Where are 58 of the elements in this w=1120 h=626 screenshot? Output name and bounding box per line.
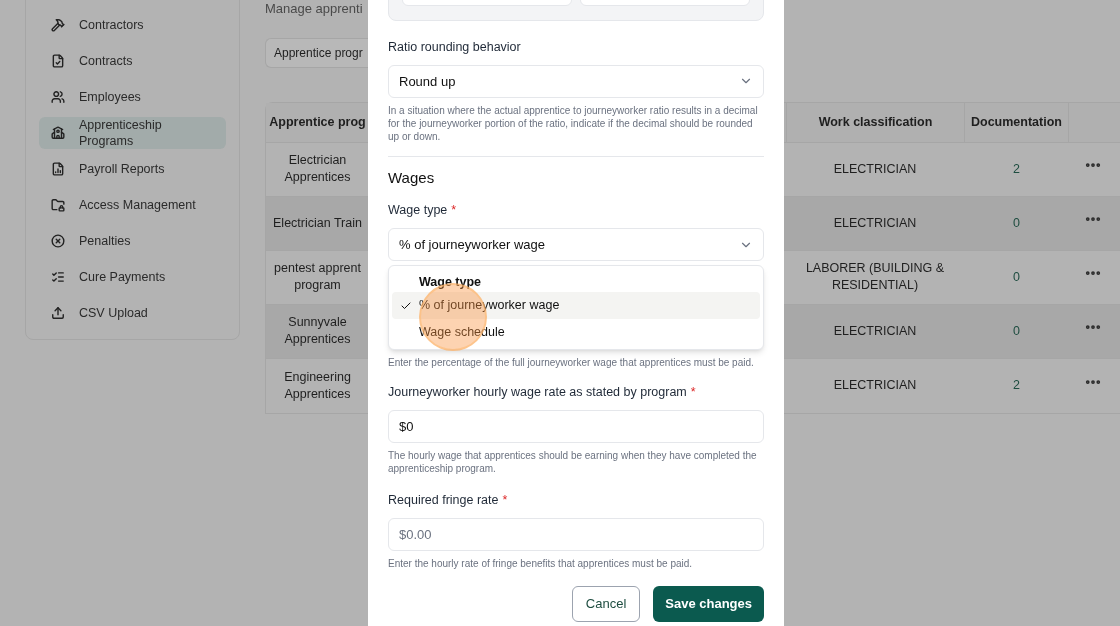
sidebar-item[interactable]: CSV Upload [39,297,226,329]
sidebar-item[interactable]: Contracts [39,45,226,77]
required-mark: * [451,202,457,220]
table-cell-text: ELECTRICIAN [832,322,918,340]
hammer-icon [51,18,65,32]
field-label: Ratio rounding behavior [388,39,521,56]
table-cell-text: pentest apprent program [273,260,362,294]
menu-title: Wage type [418,273,483,291]
upload-icon [51,306,65,320]
sidebar-item[interactable]: Penalties [39,225,226,257]
required-mark: * [690,384,696,401]
table-cell-text: Sunnyvale Apprentices [283,314,352,348]
sidebar-item[interactable]: Cure Payments [39,261,226,293]
column-header: Documentation [964,102,1069,142]
document-check-icon [51,54,65,68]
wage-type-select[interactable]: % of journeyworker wage [388,228,764,261]
help-text: Enter the percentage of the full journeyworker wage that apprentices must be paid. [388,356,755,369]
folder-lock-icon [51,198,65,212]
table-cell-text: Electrician Apprentices [283,152,352,186]
input-field[interactable]: $0.00 [388,517,764,551]
field-label: Wage type [388,202,448,220]
required-mark: * [502,491,508,509]
sidebar-item[interactable]: Contractors [39,9,226,41]
rounding-select[interactable]: Round up [388,64,764,98]
page-subtitle: Manage apprenti [265,0,364,18]
sidebar-item[interactable]: Access Management [39,189,226,221]
section-title: Wages [388,167,436,188]
table-cell-text: Engineering Apprentices [283,368,352,403]
sidebar-item[interactable]: Payroll Reports [39,153,226,185]
help-text: Enter the hourly rate of fringe benefits that apprentices must be paid. [388,556,694,570]
circle-x-icon [51,234,65,248]
table-cell-text: 0 [1012,322,1021,340]
table-cell-text: 2 [1012,377,1021,394]
building-icon [51,126,65,140]
document-chart-icon [51,162,65,176]
sidebar-item[interactable]: Employees [39,81,226,113]
help-text: In a situation where the actual apprentice to journeyworker ratio results in a decimal for the journeyworker portion of the ratio, indicate if the decimal should be rounded up or down. [388,103,759,143]
menu-option[interactable]: Wage schedule [392,319,760,346]
help-text: The hourly wage that apprentices should be earning when they have completed the apprenticeship program. [388,448,758,475]
column-header: Apprentice prog [268,113,367,131]
table-cell-text: 0 [1012,214,1021,232]
column-header: Work classification [786,102,964,142]
input-field[interactable]: $0 [388,409,764,443]
table-cell-text: 2 [1012,160,1021,178]
table-cell-text: 0 [1012,268,1021,286]
checklist-icon [51,270,65,284]
cancel-button[interactable]: Cancel [571,585,641,622]
table-cell-text: ELECTRICIAN [832,160,918,178]
save-button[interactable]: Save changes [653,585,764,622]
field-label: Required fringe rate [388,491,499,509]
field-label: Journeyworker hourly wage rate as stated by program [388,384,687,401]
sidebar-item[interactable]: Apprenticeship Programs [39,117,226,149]
table-cell-text: ELECTRICIAN [832,214,918,232]
table-cell-text: Electrician Train [272,214,363,232]
users-icon [51,90,65,104]
table-cell-text: ELECTRICIAN [832,377,918,394]
menu-option[interactable]: % of journeyworker wage [392,292,760,319]
table-cell-text: LABORER (BUILDING & RESIDENTIAL) [804,260,946,294]
